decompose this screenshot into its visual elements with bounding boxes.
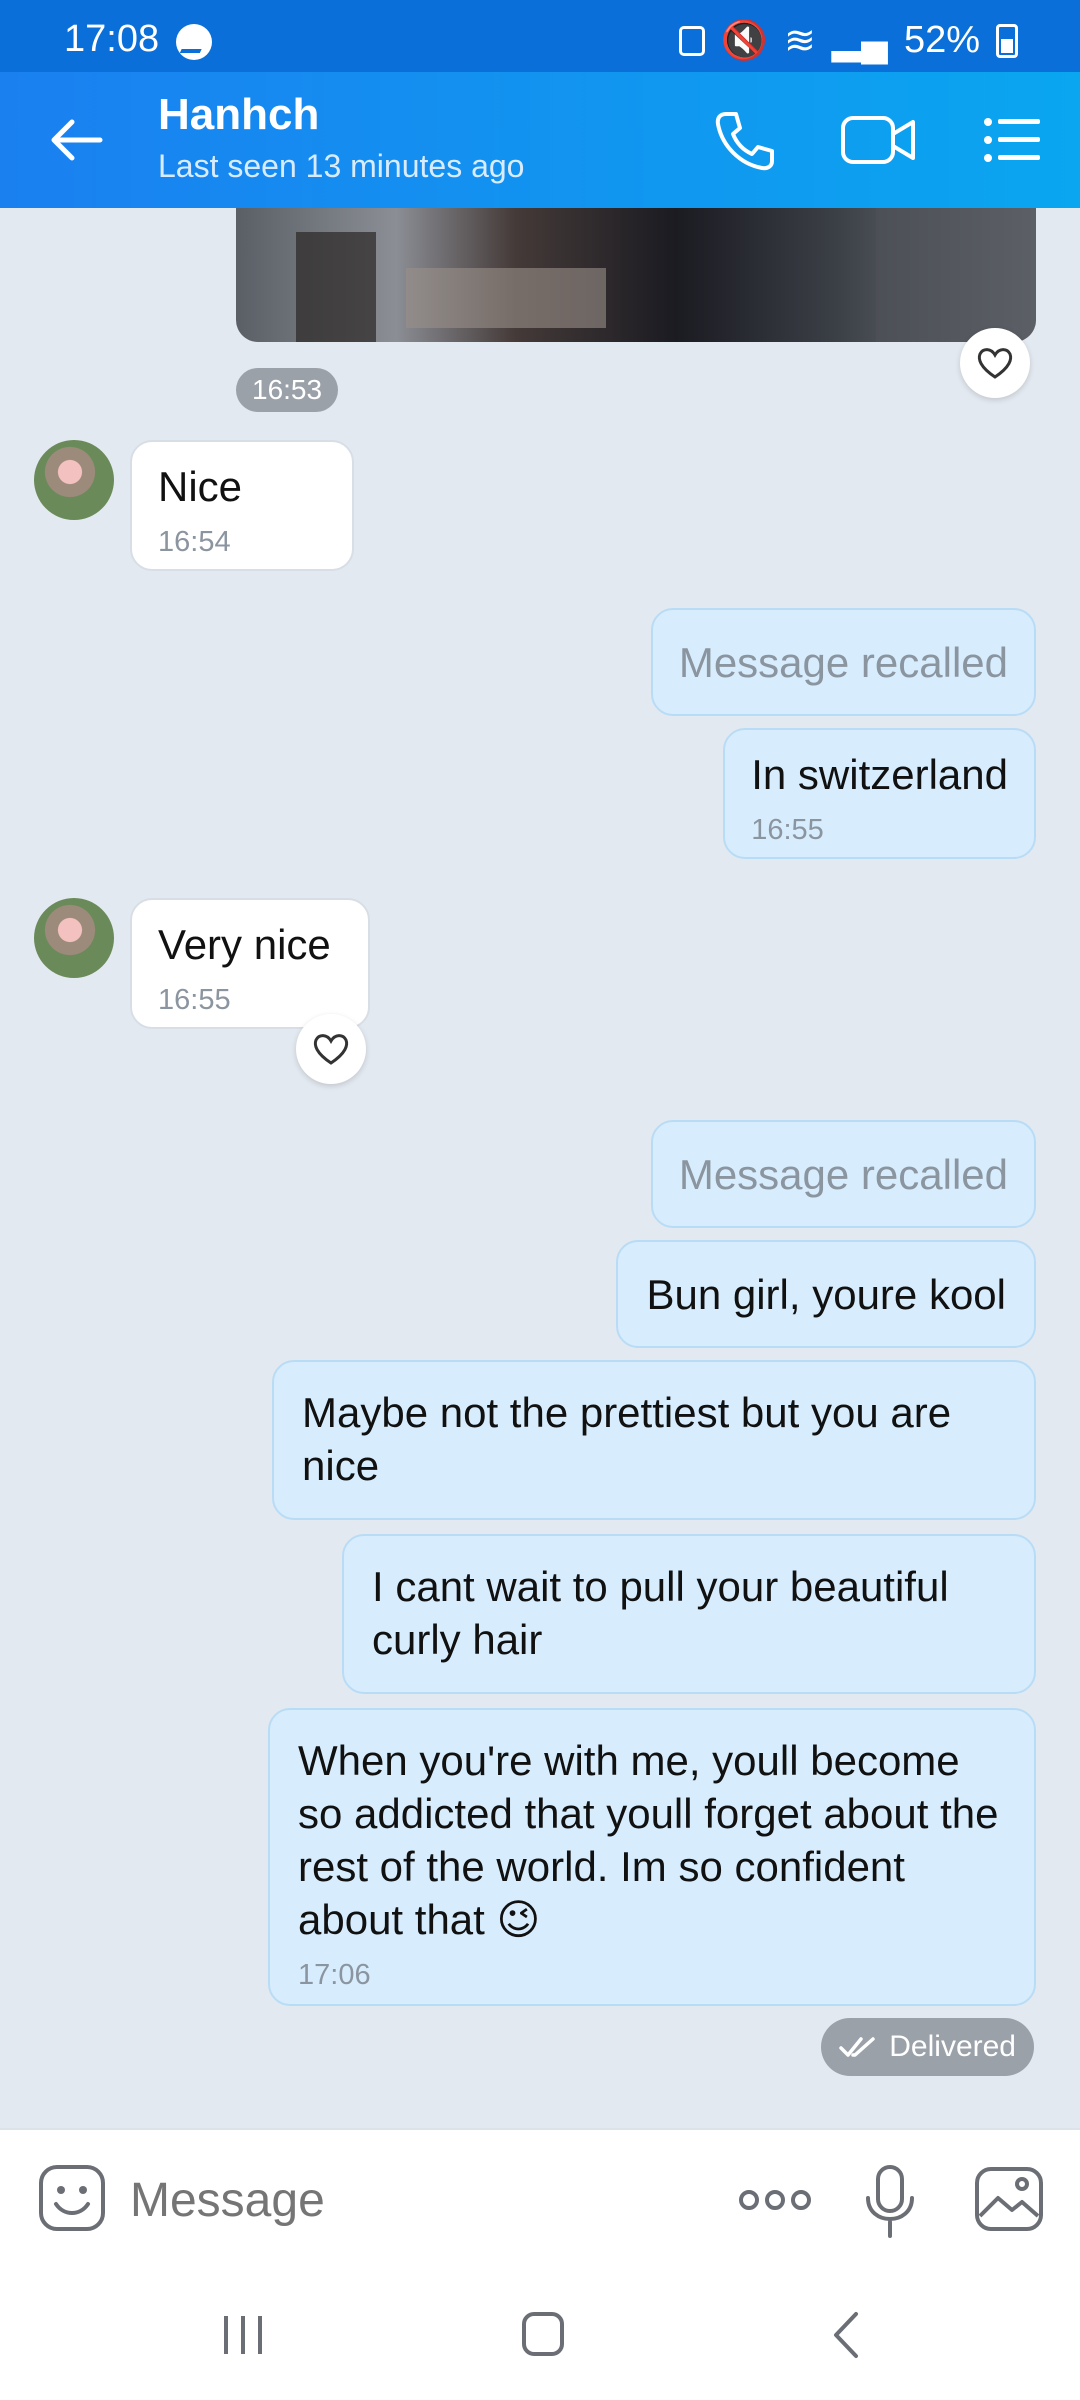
message-time: 16:55 — [158, 984, 231, 1016]
double-check-icon — [839, 2037, 876, 2057]
message-text: Message recalled — [678, 1150, 1008, 1198]
gallery-icon[interactable] — [974, 2164, 1044, 2234]
message-text: I cant wait to pull your beautiful curly… — [372, 1563, 949, 1663]
message-incoming[interactable]: Very nice 16:55 — [130, 898, 370, 1029]
chat-header: Hanhch Last seen 13 minutes ago — [0, 72, 1080, 208]
photo-timestamp: 16:53 — [236, 368, 339, 412]
data-saver-icon — [678, 25, 705, 56]
delivered-badge: Delivered — [821, 2018, 1034, 2076]
heart-icon — [313, 1034, 349, 1065]
message-outgoing-recalled[interactable]: Message recalled — [650, 608, 1036, 716]
more-icon[interactable] — [736, 2180, 814, 2220]
message-text: Message recalled — [678, 638, 1008, 686]
message-text: In switzerland — [751, 751, 1008, 798]
message-outgoing[interactable]: In switzerland 16:55 — [723, 728, 1036, 859]
message-composer — [0, 2128, 1080, 2268]
wifi-icon: ≋ — [783, 20, 816, 62]
message-outgoing[interactable]: When you're with me, youll become so add… — [268, 1708, 1036, 2006]
message-text: Maybe not the prettiest but you are nice — [302, 1389, 952, 1489]
photo-detail — [876, 208, 1036, 342]
status-time: 17:08 — [64, 18, 160, 60]
battery-percent: 52% — [903, 19, 980, 61]
menu-icon[interactable] — [982, 112, 1042, 168]
message-outgoing[interactable]: Bun girl, youre kool — [616, 1240, 1036, 1348]
phone-icon[interactable] — [712, 108, 778, 174]
delivered-label: Delivered — [889, 2030, 1016, 2063]
messenger-notification-icon — [176, 24, 212, 60]
emoji-icon[interactable] — [38, 2164, 106, 2232]
avatar[interactable] — [34, 440, 114, 520]
back-arrow-icon[interactable] — [48, 116, 104, 164]
message-outgoing[interactable]: Maybe not the prettiest but you are nice — [272, 1360, 1036, 1520]
message-time: 16:54 — [158, 526, 231, 558]
photo-detail — [406, 268, 606, 328]
back-icon[interactable] — [828, 2310, 862, 2360]
photo-detail — [296, 232, 376, 342]
message-incoming[interactable]: Nice 16:54 — [130, 440, 354, 571]
shared-photo[interactable] — [236, 208, 1036, 342]
heart-icon — [977, 348, 1013, 379]
home-icon[interactable] — [522, 2312, 564, 2356]
chat-area[interactable]: 16:53 Nice 16:54 Message recalled In swi… — [0, 208, 1080, 2128]
status-icons: 🔇 ≋ ▂▄ 52% — [678, 18, 1018, 63]
recent-apps-icon[interactable] — [220, 2314, 266, 2356]
message-outgoing[interactable]: I cant wait to pull your beautiful curly… — [342, 1534, 1036, 1694]
mic-icon[interactable] — [862, 2164, 918, 2240]
message-input[interactable] — [130, 2164, 690, 2236]
message-text: Very nice — [158, 921, 331, 968]
signal-icon: ▂▄ — [831, 20, 888, 62]
message-time: 16:55 — [751, 814, 824, 846]
message-text: Nice — [158, 463, 243, 510]
message-text: Bun girl, youre kool — [646, 1270, 1006, 1318]
mute-icon: 🔇 — [720, 19, 768, 62]
message-text: When you're with me, youll become so add… — [298, 1737, 999, 1943]
status-bar: 17:08 🔇 ≋ ▂▄ 52% — [0, 0, 1080, 72]
last-seen: Last seen 13 minutes ago — [158, 148, 525, 184]
react-heart-button[interactable] — [296, 1014, 366, 1084]
avatar[interactable] — [34, 898, 114, 978]
battery-icon — [996, 23, 1018, 58]
message-outgoing-recalled[interactable]: Message recalled — [650, 1120, 1036, 1228]
system-nav-bar — [0, 2268, 1080, 2400]
contact-name[interactable]: Hanhch — [158, 90, 319, 140]
video-icon[interactable] — [840, 112, 916, 168]
react-heart-button[interactable] — [960, 328, 1030, 398]
message-time: 17:06 — [298, 1959, 371, 1991]
